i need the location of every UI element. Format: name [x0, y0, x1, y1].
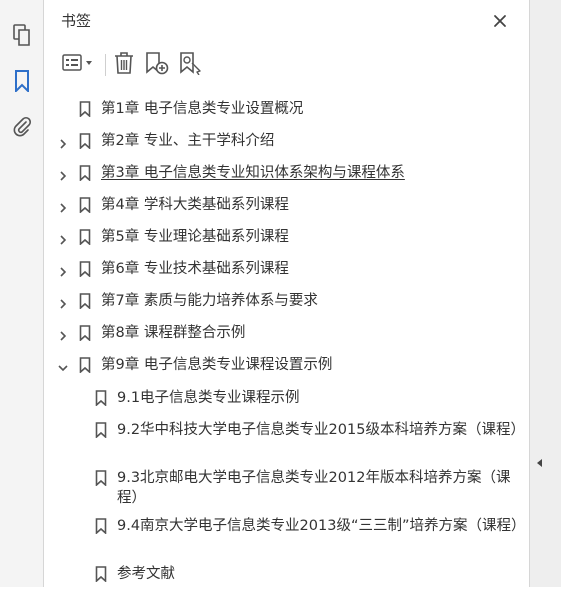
bookmark-label: 第3章 电子信息类专业知识体系架构与课程体系	[101, 165, 405, 181]
attachment-icon[interactable]	[9, 114, 35, 140]
bookmark-label: 第4章 学科大类基础系列课程	[101, 197, 289, 213]
bookmark-item-icon	[79, 101, 91, 118]
bookmark-item-icon	[95, 390, 107, 407]
bookmark-child-item[interactable]: 参考文献	[45, 559, 529, 591]
bookmark-label: 参考文献	[117, 566, 175, 582]
chevron-right-icon[interactable]	[57, 135, 69, 149]
bookmark-item-icon	[79, 325, 91, 342]
bookmark-item-icon	[79, 261, 91, 278]
find-bookmark-button[interactable]	[177, 50, 205, 80]
options-menu-button[interactable]	[59, 50, 97, 80]
bookmarks-panel: 书签 第1章 电子信息类专业设置概况 第2章 专业、主干学科介绍 第3章 电子信…	[45, 0, 529, 587]
delete-bookmark-icon	[113, 51, 135, 79]
bookmark-label: 第7章 素质与能力培养体系与要求	[101, 293, 318, 309]
toolbar-divider	[105, 54, 106, 76]
bookmark-label: 9.2华中科技大学电子信息类专业2015级本科培养方案（课程）	[117, 422, 525, 438]
navigation-rail	[0, 0, 44, 587]
bookmark-item-icon	[79, 357, 91, 374]
new-bookmark-icon	[144, 51, 170, 79]
chevron-right-icon[interactable]	[57, 263, 69, 277]
bookmark-item[interactable]: 第4章 学科大类基础系列课程	[45, 190, 529, 222]
delete-bookmark-button[interactable]	[111, 50, 137, 80]
bookmark-child-item[interactable]: 9.4南京大学电子信息类专业2013级“三三制”培养方案（课程）	[45, 511, 529, 559]
bookmark-item[interactable]: 第1章 电子信息类专业设置概况	[45, 94, 529, 126]
bookmark-item[interactable]: 第6章 专业技术基础系列课程	[45, 254, 529, 286]
bookmark-item-icon	[95, 422, 107, 439]
new-bookmark-button[interactable]	[143, 50, 171, 80]
chevron-right-icon[interactable]	[57, 295, 69, 309]
bookmark-item-icon	[79, 229, 91, 246]
bookmark-item[interactable]: 第7章 素质与能力培养体系与要求	[45, 286, 529, 318]
pages-icon[interactable]	[9, 22, 35, 48]
bookmark-item[interactable]: 第5章 专业理论基础系列课程	[45, 222, 529, 254]
bookmark-label: 第2章 专业、主干学科介绍	[101, 133, 275, 149]
bookmark-child-item[interactable]: 9.3北京邮电大学电子信息类专业2012年版本科培养方案（课程）	[45, 463, 529, 511]
bookmark-child-item[interactable]: 9.2华中科技大学电子信息类专业2015级本科培养方案（课程）	[45, 415, 529, 463]
bookmark-label: 第5章 专业理论基础系列课程	[101, 229, 289, 245]
bookmark-toolbar	[45, 48, 529, 84]
collapse-arrow-icon[interactable]	[536, 453, 544, 467]
bookmark-label: 第1章 电子信息类专业设置概况	[101, 101, 304, 117]
bookmark-label: 第6章 专业技术基础系列课程	[101, 261, 289, 277]
chevron-right-icon[interactable]	[57, 231, 69, 245]
bookmark-label: 第9章 电子信息类专业课程设置示例	[101, 357, 333, 373]
bookmark-label: 9.3北京邮电大学电子信息类专业2012年版本科培养方案（课程）	[117, 470, 511, 506]
bookmark-child-item[interactable]: 9.1电子信息类专业课程示例	[45, 383, 529, 415]
find-bookmark-icon	[178, 51, 204, 79]
bookmark-icon[interactable]	[9, 68, 35, 94]
bookmark-label: 9.1电子信息类专业课程示例	[117, 390, 300, 406]
bookmark-item[interactable]: 第2章 专业、主干学科介绍	[45, 126, 529, 158]
bookmark-item[interactable]: 第8章 课程群整合示例	[45, 318, 529, 350]
close-icon[interactable]	[489, 10, 511, 32]
bookmark-item-icon	[79, 197, 91, 214]
bookmark-item-icon	[95, 566, 107, 583]
side-panel-collapse-bar[interactable]	[529, 0, 561, 587]
bookmark-item-icon	[95, 470, 107, 487]
bookmark-item[interactable]: 第3章 电子信息类专业知识体系架构与课程体系	[45, 158, 529, 190]
bookmark-label: 第8章 课程群整合示例	[101, 325, 246, 341]
options-menu-icon	[61, 53, 95, 77]
bookmark-item-icon	[79, 293, 91, 310]
chevron-right-icon[interactable]	[57, 167, 69, 181]
chevron-down-icon[interactable]	[57, 359, 69, 372]
bookmark-item-icon	[79, 133, 91, 150]
bookmark-label: 9.4南京大学电子信息类专业2013级“三三制”培养方案（课程）	[117, 518, 526, 534]
chevron-right-icon[interactable]	[57, 199, 69, 213]
panel-title: 书签	[61, 12, 92, 30]
chevron-right-icon[interactable]	[57, 327, 69, 341]
bookmark-item-icon	[95, 518, 107, 535]
bookmark-item[interactable]: 第9章 电子信息类专业课程设置示例	[45, 350, 529, 382]
bookmark-item-icon	[79, 165, 91, 182]
